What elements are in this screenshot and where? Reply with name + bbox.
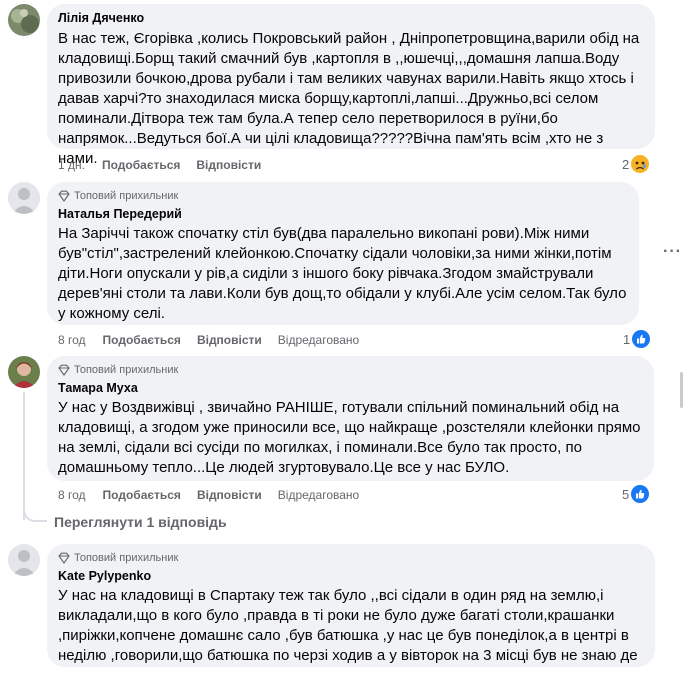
default-avatar-icon [8, 182, 40, 214]
edited-label: Відредаговано [277, 488, 360, 502]
comment-time[interactable]: 8 год [58, 488, 86, 502]
top-fan-badge: Топовий прихильник [58, 551, 643, 565]
avatar[interactable] [8, 356, 40, 388]
sad-reaction-icon [631, 155, 650, 173]
comment-author[interactable]: Лілія Дяченко [58, 10, 643, 26]
avatar[interactable] [8, 182, 40, 214]
reply-button[interactable]: Відповісти [197, 333, 262, 347]
reaction-summary[interactable]: 2 [622, 155, 650, 173]
reaction-count: 5 [622, 486, 630, 502]
comment-actions: 1 дн. Подобається Відповісти [58, 157, 277, 173]
reply-button[interactable]: Відповісти [197, 488, 262, 502]
diamond-icon [58, 552, 70, 564]
comment-bubble: Лілія Дяченко В нас теж, Єгорівка ,колис… [47, 4, 655, 167]
comment-bubble: Топовий прихильник Наталья Передерий На … [47, 182, 639, 325]
comment-text: У нас на кладовищі в Спартаку теж так бу… [58, 587, 638, 664]
comment-author[interactable]: Тамара Муха [58, 380, 642, 396]
more-options-button[interactable]: ··· [663, 243, 682, 261]
view-replies-link[interactable]: Переглянути 1 відповідь [54, 514, 227, 530]
comment-text: В нас теж, Єгорівка ,колись Покровський … [58, 30, 640, 167]
like-reaction-icon [631, 485, 650, 503]
comment-text: На Заріччі також спочатку стіл був(два п… [58, 225, 627, 322]
comment-time[interactable]: 8 год [58, 333, 86, 347]
avatar[interactable] [8, 4, 40, 36]
avatar-photo-icon [8, 4, 40, 36]
diamond-icon [58, 364, 70, 376]
badge-label: Топовий прихильник [74, 552, 179, 564]
reaction-summary[interactable]: 1 [623, 330, 651, 348]
comment-author[interactable]: Kate Pylypenko [58, 568, 643, 584]
avatar-photo-icon [8, 356, 40, 388]
reaction-count: 1 [623, 331, 631, 347]
comment-actions: 8 год Подобається Відповісти Відредагова… [58, 332, 375, 348]
reaction-count: 2 [622, 156, 630, 172]
top-fan-badge: Топовий прихильник [58, 363, 642, 377]
comment-time[interactable]: 1 дн. [58, 158, 85, 172]
comment-bubble: Топовий прихильник Kate Pylypenko У нас … [47, 544, 655, 667]
like-button[interactable]: Подобається [102, 158, 180, 172]
reply-button[interactable]: Відповісти [196, 158, 261, 172]
edited-label: Відредаговано [277, 333, 360, 347]
avatar[interactable] [8, 544, 40, 576]
top-fan-badge: Топовий прихильник [58, 189, 627, 203]
comment-author[interactable]: Наталья Передерий [58, 206, 627, 222]
thread-line [23, 392, 25, 520]
reaction-summary[interactable]: 5 [622, 485, 650, 503]
comment-text: У нас у Воздвижівці , звичайно РАНІШЕ, г… [58, 399, 641, 476]
badge-label: Топовий прихильник [74, 364, 179, 376]
thread-connector [23, 506, 47, 522]
comment-bubble: Топовий прихильник Тамара Муха У нас у В… [47, 356, 654, 481]
badge-label: Топовий прихильник [74, 190, 179, 202]
scrollbar-thumb[interactable] [680, 372, 683, 408]
diamond-icon [58, 190, 70, 202]
default-avatar-icon [8, 544, 40, 576]
comment-actions: 8 год Подобається Відповісти Відредагова… [58, 487, 375, 503]
like-reaction-icon [632, 330, 651, 348]
like-button[interactable]: Подобається [103, 488, 181, 502]
like-button[interactable]: Подобається [103, 333, 181, 347]
